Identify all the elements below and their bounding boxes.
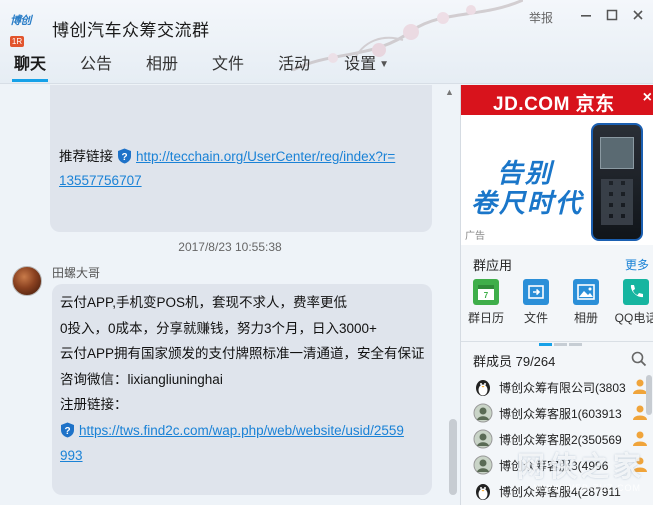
app-files[interactable]: 文件 [511,277,561,326]
ad-brand: JD.COM 京东 [493,94,615,115]
tab-announcement[interactable]: 公告 [80,52,112,83]
message-line: 注册链接： [60,397,128,412]
members-title: 群成员 79/264 [473,354,556,369]
chevron-down-icon: ▼ [379,59,389,70]
message-link-line: ? https://tws.find2c.com/wap.php/web/webs… [60,418,424,444]
phone-icon [623,279,649,305]
message-text: 推荐链接? http://tecchain.org/UserCenter/reg/… [59,145,429,193]
shield-icon: ? [61,422,74,437]
chat-area[interactable]: 推荐链接? http://tecchain.org/UserCenter/reg/… [0,85,460,505]
divider [461,341,653,342]
member-item[interactable]: 博创众筹有限公司(3803 [461,374,653,400]
close-icon[interactable] [627,6,649,28]
advertisement[interactable]: JD.COM 京东 × 告别 卷尺时代 广告 [461,85,653,245]
member-name: 博创众筹客服1(603913 [499,407,622,421]
referral-link[interactable]: http://tecchain.org/UserCenter/reg/index… [136,149,395,164]
tab-chat[interactable]: 聊天 [11,52,49,83]
logo-badge: 1R [10,36,24,47]
tab-album[interactable]: 相册 [146,52,178,83]
svg-text:7: 7 [484,291,489,300]
app-qq-phone[interactable]: QQ电话 [611,277,653,326]
watermark-url: WWW.WEB-ZUZ.COM [534,483,641,493]
group-apps-title: 群应用 [473,258,513,273]
watermark: 网侠之家 [516,451,645,482]
group-logo: 博创 1R [10,10,46,47]
user-avatar-icon [473,429,493,449]
members-scrollbar[interactable] [646,375,652,415]
logo-text: 博创 [10,15,32,27]
shield-icon: ? [118,148,131,164]
tab-settings[interactable]: 设置 ▼ [344,52,389,83]
ad-close-button[interactable]: × [643,89,652,107]
svg-text:?: ? [64,426,70,437]
user-avatar-icon [473,403,493,423]
search-icon[interactable] [631,351,647,367]
calendar-icon: 7 [473,279,499,305]
chat-scrollbar[interactable] [449,419,457,495]
app-label: 相册 [573,311,598,325]
right-panel: JD.COM 京东 × 告别 卷尺时代 广告 群应用 更多 7 群日历 文件 相… [460,85,653,505]
user-avatar-icon [473,455,493,475]
app-label: 群日历 [467,311,504,325]
laser-measure-image [591,123,643,241]
message-line: 云付APP,手机变POS机，套现不求人，费率更低 [60,295,348,310]
register-link[interactable]: https://tws.find2c.com/wap.php/web/websi… [79,423,404,438]
message-bubble: 云付APP,手机变POS机，套现不求人，费率更低 0投入，0成本，分享就赚钱，努… [52,284,432,495]
apps-more-link[interactable]: 更多 [625,256,649,273]
app-label: QQ电话 [614,311,653,325]
minimize-icon[interactable] [575,6,597,28]
apps-pager[interactable] [539,333,599,346]
message-line: 0投入，0成本，分享就赚钱，努力3个月，日入3000+ [60,320,377,336]
window-controls: 举报 [529,6,653,28]
maximize-icon[interactable] [601,6,623,28]
referral-link-cont[interactable]: 13557756707 [59,173,142,188]
tab-files[interactable]: 文件 [212,52,244,83]
message-timestamp: 2017/8/23 10:55:38 [178,240,282,254]
penguin-avatar-icon [476,484,490,500]
member-name: 博创众筹有限公司(3803 [499,381,626,395]
title-bar: 博创 1R 博创汽车众筹交流群 举报 聊天 公告 相册 文件 活动 设置 ▼ [0,0,653,84]
group-apps: 7 群日历 文件 相册 QQ电话 [461,277,653,327]
sender-name[interactable]: 田螺大哥 [52,264,100,281]
message-line: 云付APP拥有国家颁发的支付牌照标准一清通道，安全有保证 [60,346,425,361]
report-button[interactable]: 举报 [529,9,553,26]
photo-icon [573,279,599,305]
scroll-up-icon[interactable]: ▲ [445,87,454,97]
app-album[interactable]: 相册 [561,277,611,326]
app-calendar[interactable]: 7 群日历 [461,277,511,326]
ad-slogan: 卷尺时代 [471,188,584,218]
message-link-line: 993 [60,443,424,469]
penguin-avatar-icon [476,380,490,396]
group-title: 博创汽车众筹交流群 [52,21,210,40]
app-label: 文件 [523,311,548,325]
avatar[interactable] [12,266,42,296]
message-line: 咨询微信：lixiangliuninghai [60,371,223,387]
message-bubble: 推荐链接? http://tecchain.org/UserCenter/reg/… [50,85,432,232]
referral-label: 推荐链接 [59,149,113,164]
ad-label: 广告 [465,231,485,242]
svg-text:?: ? [121,152,127,163]
tab-activity[interactable]: 活动 [278,52,310,83]
file-icon [523,279,549,305]
member-item[interactable]: 博创众筹客服1(603913 [461,400,653,426]
register-link-cont[interactable]: 993 [60,448,83,463]
tab-bar: 聊天 公告 相册 文件 活动 设置 ▼ [0,52,409,83]
